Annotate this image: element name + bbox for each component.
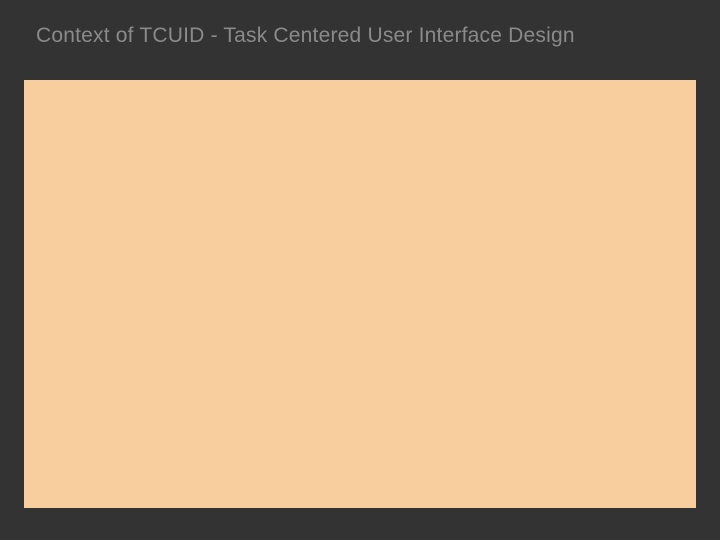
title-area: Context of TCUID - Task Centered User In…	[36, 24, 684, 48]
slide-title: Context of TCUID - Task Centered User In…	[36, 24, 684, 48]
content-panel	[24, 80, 696, 508]
slide-container: Context of TCUID - Task Centered User In…	[0, 0, 720, 540]
